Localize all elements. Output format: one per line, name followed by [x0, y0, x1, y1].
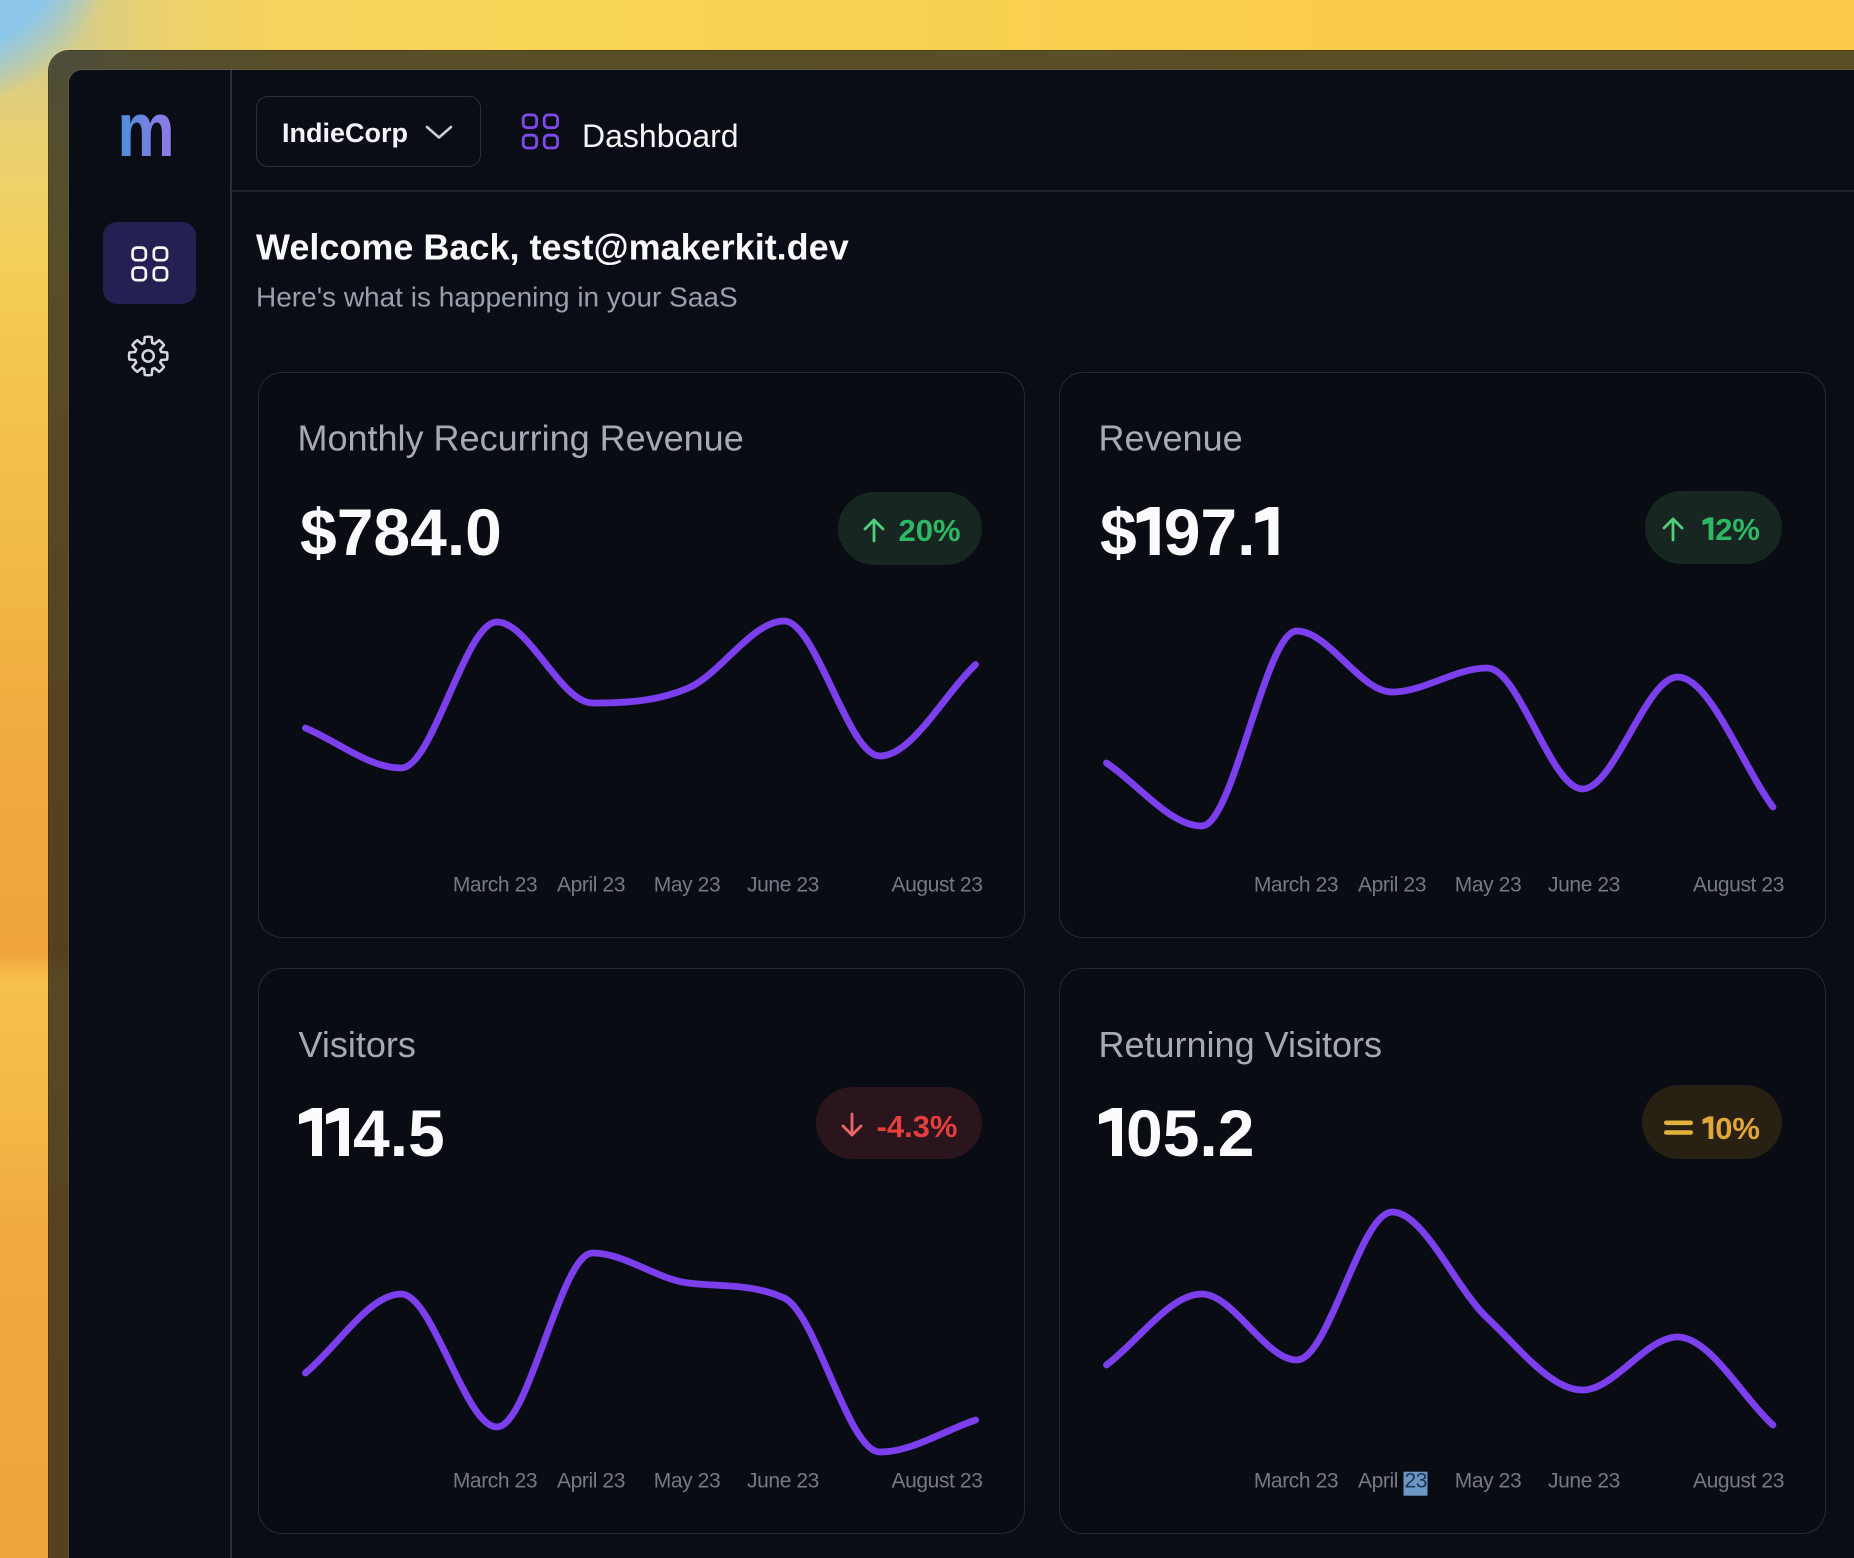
svg-text:March 23: March 23 [1254, 1470, 1338, 1493]
svg-text:May 23: May 23 [654, 1470, 720, 1493]
svg-text:August 23: August 23 [1693, 1470, 1784, 1493]
svg-text:August 23: August 23 [892, 874, 983, 897]
svg-text:June 23: June 23 [747, 874, 819, 897]
svg-text:Here's what is happening in yo: Here's what is happening in your SaaS [256, 282, 738, 313]
svg-text:May 23: May 23 [1455, 1470, 1521, 1493]
svg-text:Returning Visitors: Returning Visitors [1099, 1024, 1382, 1065]
svg-text:June 23: June 23 [747, 1470, 819, 1493]
svg-text:April 23: April 23 [1358, 874, 1426, 897]
svg-text:m: m [117, 88, 175, 174]
svg-text:Dashboard: Dashboard [582, 118, 739, 154]
svg-text:Visitors: Visitors [299, 1024, 416, 1065]
svg-text:April 23: April 23 [557, 874, 625, 897]
svg-text:-4.3%: -4.3% [877, 1109, 958, 1144]
svg-text:20%: 20% [899, 513, 961, 548]
svg-text:June 23: June 23 [1548, 874, 1620, 897]
svg-text:August 23: August 23 [892, 1470, 983, 1493]
svg-text:March 23: March 23 [453, 1470, 537, 1493]
svg-text:June 23: June 23 [1548, 1470, 1620, 1493]
svg-text:05.2: 05.2 [1126, 1096, 1254, 1170]
svg-text:April 23: April 23 [557, 1470, 625, 1493]
svg-text:March 23: March 23 [453, 874, 537, 897]
svg-text:2%: 2% [1715, 512, 1760, 547]
svg-text:March 23: March 23 [1254, 874, 1338, 897]
svg-text:August 23: August 23 [1693, 874, 1784, 897]
svg-text:Welcome Back, test@makerkit.de: Welcome Back, test@makerkit.dev [256, 227, 849, 268]
svg-text:IndieCorp: IndieCorp [282, 118, 408, 148]
svg-text:Revenue: Revenue [1099, 418, 1243, 459]
svg-text:May 23: May 23 [654, 874, 720, 897]
svg-text:4.5: 4.5 [353, 1096, 445, 1170]
svg-text:Monthly Recurring Revenue: Monthly Recurring Revenue [298, 418, 744, 459]
svg-text:May 23: May 23 [1455, 874, 1521, 897]
svg-text:97.: 97. [1164, 495, 1256, 569]
svg-text:23: 23 [1405, 1470, 1428, 1493]
svg-text:April: April [1358, 1470, 1398, 1493]
svg-text:$: $ [1100, 495, 1137, 569]
svg-text:0%: 0% [1715, 1111, 1760, 1146]
svg-text:$784.0: $784.0 [300, 495, 502, 569]
